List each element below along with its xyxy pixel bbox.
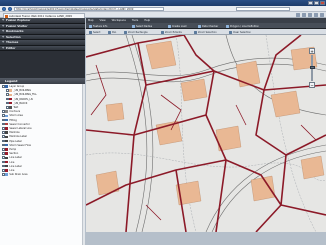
map-canvas[interactable]: [86, 35, 326, 232]
clear-selection-button[interactable]: Clear Selection: [229, 30, 251, 35]
checkbox-icon[interactable]: [2, 122, 5, 126]
checkbox-icon[interactable]: [2, 152, 5, 155]
zoom-rectangle-button[interactable]: Zoom Rectangle: [124, 30, 148, 35]
layer-swatch-icon: [5, 173, 9, 176]
layer-swatch-icon: [9, 89, 13, 92]
checkbox-icon[interactable]: [2, 164, 5, 168]
layer-swatch-icon: [5, 156, 9, 159]
layer-swatch-icon: [5, 135, 9, 138]
panel-editor[interactable]: Editor: [0, 45, 85, 51]
checkbox-icon[interactable]: [2, 156, 5, 159]
layer-swatch-icon: [5, 148, 9, 151]
close-icon[interactable]: [320, 0, 325, 5]
layer-swatch-icon: [9, 101, 13, 105]
checkbox-icon[interactable]: [2, 114, 5, 117]
layer-swatch-icon: [5, 139, 9, 143]
layer-swatch-icon: [9, 106, 13, 109]
print-icon[interactable]: [308, 13, 312, 17]
layer-swatch-icon: [5, 127, 9, 130]
back-icon[interactable]: [2, 6, 7, 12]
layer-swatch-icon: [5, 164, 9, 168]
checkbox-icon[interactable]: [2, 110, 5, 113]
data-checker-button[interactable]: Data Checker: [198, 24, 218, 29]
forward-icon[interactable]: [7, 6, 12, 12]
checkbox-icon[interactable]: [2, 131, 5, 134]
checkbox-icon[interactable]: [2, 169, 5, 172]
layer-swatch-icon: [5, 160, 9, 164]
layer-swatch-icon: [9, 93, 13, 96]
checkbox-icon[interactable]: [2, 148, 5, 151]
layer-swatch-icon: [5, 169, 9, 172]
legend-tree: Layer Group _UN_BUILDING _UN_BUILDING_FI…: [0, 84, 85, 245]
checkbox-icon[interactable]: [6, 97, 9, 101]
browser-toolbar: [296, 13, 324, 17]
layer-swatch-icon: [5, 118, 9, 122]
checkbox-icon[interactable]: [2, 127, 5, 130]
map-drawing: [86, 35, 326, 232]
feature-info-button[interactable]: Feature Info: [89, 24, 107, 29]
url-input[interactable]: http://localhost/mapguide2011/fusion/tem…: [14, 7, 164, 11]
checkbox-icon[interactable]: [2, 143, 5, 147]
checkbox-icon[interactable]: [6, 93, 9, 96]
pan-tool-button[interactable]: Pan: [108, 30, 116, 35]
layer-swatch-icon: [5, 122, 9, 126]
home-icon[interactable]: [296, 13, 300, 17]
zoom-slider[interactable]: + −: [309, 48, 315, 88]
zoom-out-icon[interactable]: −: [309, 82, 315, 88]
browser-search-input[interactable]: [236, 7, 290, 11]
minimize-icon[interactable]: [308, 0, 313, 5]
checkbox-icon[interactable]: [2, 118, 5, 122]
feeds-icon[interactable]: [302, 13, 306, 17]
checkbox-icon[interactable]: [2, 135, 5, 138]
checkbox-icon[interactable]: [6, 89, 9, 92]
left-panel: Fusion Explorer Fusion Visitor Bookmarks…: [0, 18, 85, 245]
maximize-icon[interactable]: [314, 0, 319, 5]
checkbox-icon[interactable]: [6, 101, 9, 105]
layer-swatch-icon: [5, 110, 9, 113]
checkbox-icon[interactable]: [2, 139, 5, 143]
select-tool-button[interactable]: Select: [89, 30, 100, 35]
layer-swatch-icon: [9, 97, 13, 101]
layer-swatch-icon: [5, 85, 9, 88]
window-controls: [308, 0, 325, 5]
polygon-line-button[interactable]: Polygon / Line Definition: [226, 24, 259, 29]
layer-swatch-icon: [5, 114, 9, 117]
legend-scrollbar[interactable]: [82, 84, 85, 245]
legend-item[interactable]: Sub Drain Area: [2, 173, 27, 177]
zoom-extents-button[interactable]: Zoom Extents: [161, 30, 182, 35]
select-radius-button[interactable]: Select Radius: [132, 24, 152, 29]
zoom-thumb[interactable]: [309, 66, 315, 69]
mapguide-app: Fusion Explorer Fusion Visitor Bookmarks…: [0, 18, 326, 245]
zoom-in-icon[interactable]: +: [309, 48, 315, 54]
tools-icon[interactable]: [320, 13, 324, 17]
page-icon[interactable]: [314, 13, 318, 17]
checkbox-icon[interactable]: [6, 106, 9, 109]
checkbox-icon[interactable]: [2, 173, 5, 176]
create-load-button[interactable]: Create Load: [168, 24, 186, 29]
layer-swatch-icon: [5, 131, 9, 134]
checkbox-icon[interactable]: [2, 85, 5, 88]
zoom-selection-button[interactable]: Zoom Selection: [194, 30, 217, 35]
checkbox-icon[interactable]: [2, 160, 5, 164]
layer-swatch-icon: [5, 143, 9, 147]
layer-swatch-icon: [5, 152, 9, 155]
